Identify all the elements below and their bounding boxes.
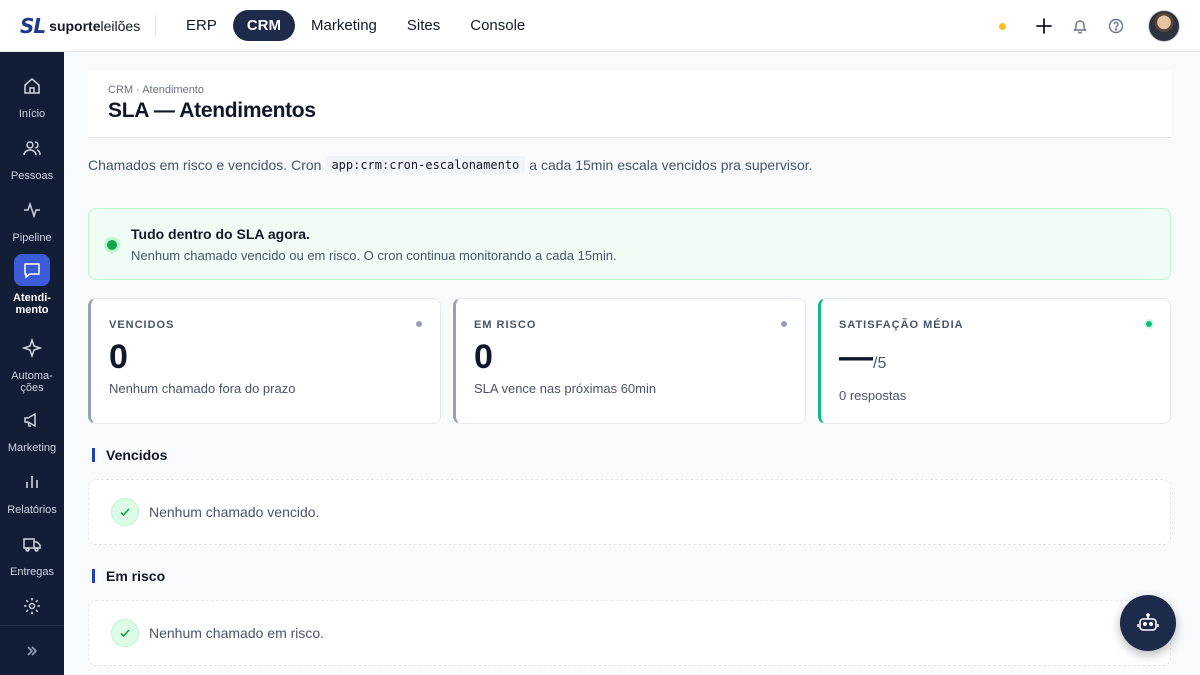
sidebar-label: Marketing <box>7 442 57 454</box>
logo-mark: SL <box>20 13 46 38</box>
card-status-dot <box>416 321 422 327</box>
pulse-icon <box>14 194 50 226</box>
truck-icon <box>14 528 50 560</box>
sidebar-label: Automa-ções <box>11 370 53 394</box>
card-label: SATISFAÇÃO MÉDIA <box>839 319 964 331</box>
assistant-bot-button[interactable] <box>1120 595 1176 651</box>
sidebar-item-automacoes[interactable]: Automa-ções <box>0 332 64 394</box>
empty-state-vencidos: Nenhum chamado vencido. <box>88 479 1171 545</box>
card-label: EM RISCO <box>474 319 537 331</box>
sidebar: Início Pessoas Pipeline Atendi-mento Aut… <box>0 52 64 675</box>
sidebar-item-relatorios[interactable]: Relatórios <box>0 466 64 516</box>
main-content: CRM · Atendimento SLA — Atendimentos Cha… <box>64 52 1200 675</box>
gear-icon <box>14 590 50 622</box>
card-label: VENCIDOS <box>109 319 175 331</box>
bar-chart-icon <box>14 466 50 498</box>
home-icon <box>14 70 50 102</box>
card-subtitle: SLA vence nas próximas 60min <box>474 381 657 396</box>
kpi-card-em-risco: EM RISCO 0 SLA vence nas próximas 60min <box>453 298 806 424</box>
sidebar-item-atendimento[interactable]: Atendi-mento <box>0 254 64 316</box>
sidebar-label: Relatórios <box>7 504 57 516</box>
megaphone-icon <box>14 404 50 436</box>
empty-text: Nenhum chamado vencido. <box>149 504 320 520</box>
sparkle-icon <box>14 332 50 364</box>
breadcrumb: CRM · Atendimento <box>108 84 204 96</box>
topnav-sites[interactable]: Sites <box>393 10 454 41</box>
sidebar-item-entregas[interactable]: Entregas <box>0 528 64 578</box>
sla-ok-banner: Tudo dentro do SLA agora. Nenhum chamado… <box>88 208 1171 280</box>
sidebar-item-pipeline[interactable]: Pipeline <box>0 194 64 244</box>
sidebar-label: Pessoas <box>10 170 54 182</box>
kpi-cards: VENCIDOS 0 Nenhum chamado fora do prazo … <box>88 298 1171 424</box>
card-value: 0 <box>474 338 493 376</box>
empty-state-em-risco: Nenhum chamado em risco. <box>88 600 1171 666</box>
page-description: Chamados em risco e vencidos. Cron app:c… <box>88 156 813 174</box>
sidebar-item-pessoas[interactable]: Pessoas <box>0 132 64 182</box>
card-value-suffix: /5 <box>873 355 887 372</box>
cron-code: app:crm:cron-escalonamento <box>325 156 526 174</box>
kpi-card-satisfacao: SATISFAÇÃO MÉDIA —/5 0 respostas <box>818 298 1171 424</box>
brand-logo[interactable]: SL suporteleilões <box>0 13 156 38</box>
sidebar-item-inicio[interactable]: Início <box>0 70 64 120</box>
sidebar-label: Entregas <box>9 566 55 578</box>
topnav-erp[interactable]: ERP <box>172 10 231 41</box>
banner-title: Tudo dentro do SLA agora. <box>131 226 310 242</box>
card-subtitle: Nenhum chamado fora do prazo <box>109 381 296 396</box>
topnav-marketing[interactable]: Marketing <box>297 10 391 41</box>
chat-icon <box>14 254 50 286</box>
status-dot <box>999 22 1006 30</box>
section-title-vencidos: Vencidos <box>92 448 167 462</box>
ok-status-dot <box>107 240 117 250</box>
check-icon <box>111 498 139 526</box>
top-bar: SL suporteleilões ERP CRM Marketing Site… <box>0 0 1200 52</box>
page-header: CRM · Atendimento SLA — Atendimentos <box>88 70 1171 138</box>
card-value: 0 <box>109 338 128 376</box>
top-nav: ERP CRM Marketing Sites Console <box>172 10 539 41</box>
page-title: SLA — Atendimentos <box>108 99 316 122</box>
bell-icon[interactable] <box>1070 16 1090 36</box>
sidebar-expand-button[interactable] <box>0 625 64 675</box>
card-subtitle: 0 respostas <box>839 388 907 403</box>
kpi-card-vencidos: VENCIDOS 0 Nenhum chamado fora do prazo <box>88 298 441 424</box>
sidebar-label: Atendi-mento <box>13 292 51 316</box>
sidebar-label: Pipeline <box>12 232 52 244</box>
plus-icon[interactable] <box>1034 16 1054 36</box>
card-status-dot <box>781 321 787 327</box>
sidebar-item-settings[interactable] <box>0 590 64 628</box>
section-title-em-risco: Em risco <box>92 569 165 583</box>
check-icon <box>111 619 139 647</box>
empty-text: Nenhum chamado em risco. <box>149 625 325 641</box>
sidebar-item-marketing[interactable]: Marketing <box>0 404 64 454</box>
robot-icon <box>1137 613 1159 631</box>
avatar[interactable] <box>1148 10 1180 42</box>
topnav-crm[interactable]: CRM <box>232 10 296 41</box>
sidebar-label: Início <box>18 108 46 120</box>
double-chevron-right-icon <box>27 645 38 656</box>
banner-subtitle: Nenhum chamado vencido ou em risco. O cr… <box>131 248 617 263</box>
people-icon <box>14 132 50 164</box>
topnav-console[interactable]: Console <box>456 10 539 41</box>
logo-text: suporteleilões <box>49 17 141 34</box>
card-value: —/5 <box>839 338 887 376</box>
card-status-dot <box>1146 321 1152 327</box>
help-icon[interactable] <box>1106 16 1126 36</box>
